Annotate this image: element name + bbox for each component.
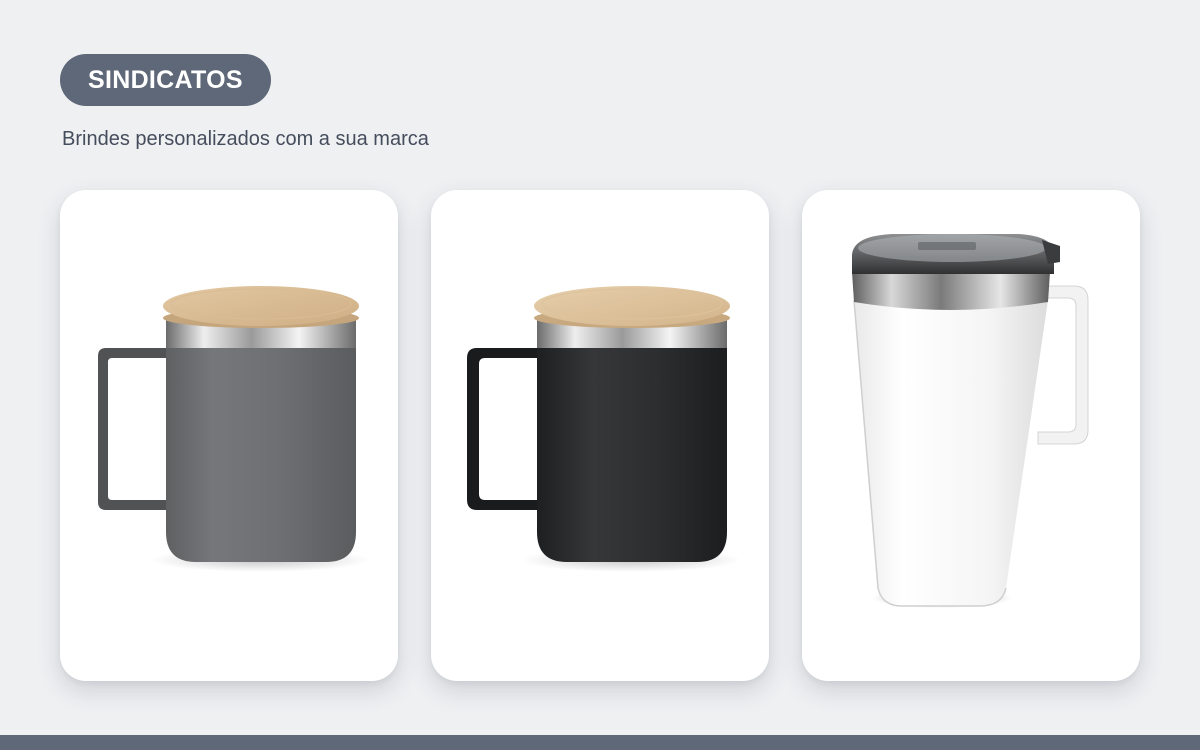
category-badge[interactable]: SINDICATOS (60, 54, 271, 106)
product-card-white-tumbler[interactable] (802, 190, 1140, 681)
black-mug-image (467, 286, 741, 572)
footer-bar (0, 735, 1200, 750)
product-card-gray-mug[interactable] (60, 190, 398, 681)
category-badge-label: SINDICATOS (88, 65, 243, 94)
page-subtitle: Brindes personalizados com a sua marca (62, 128, 429, 150)
white-tumbler-image (852, 234, 1089, 608)
gray-mug-image (98, 286, 370, 572)
product-card-black-mug[interactable] (431, 190, 769, 681)
